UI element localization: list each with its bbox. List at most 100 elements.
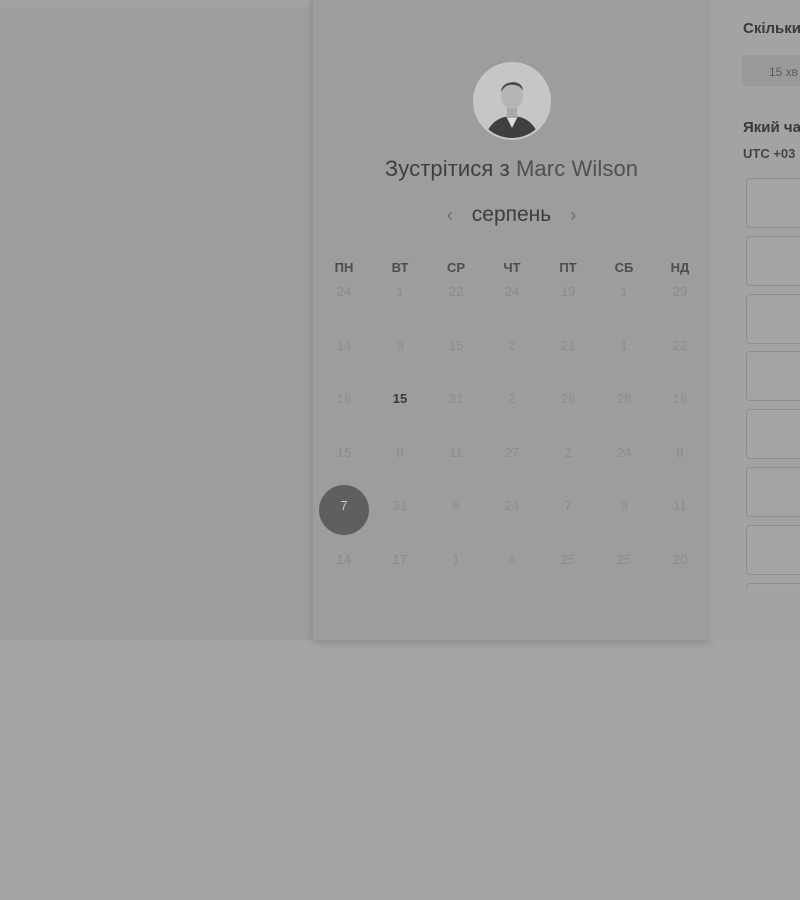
time-slot-button[interactable] bbox=[746, 351, 800, 402]
time-slot-button[interactable] bbox=[746, 409, 800, 460]
calendar-week-row: 14 17 1 6 25 25 20 bbox=[316, 551, 708, 605]
time-slot-button[interactable] bbox=[746, 293, 800, 344]
calendar-day: 11 bbox=[428, 444, 484, 462]
calendar-day: 1 bbox=[596, 337, 652, 355]
calendar-day: 9 bbox=[596, 497, 652, 515]
calendar-day-number: 15 bbox=[336, 444, 352, 460]
calendar-day-number: 7 bbox=[564, 498, 572, 514]
calendar-day: 9 bbox=[372, 444, 428, 462]
calendar-day-number: 7 bbox=[340, 498, 348, 514]
calendar-day: 21 bbox=[540, 337, 596, 355]
calendar-day-number: 21 bbox=[560, 337, 576, 353]
calendar-day-number: 20 bbox=[672, 551, 688, 567]
calendar-day-number: 6 bbox=[452, 498, 460, 514]
calendar-day: 1 bbox=[372, 283, 428, 301]
calendar-week-row: 7 31 6 24 7 9 11 bbox=[316, 485, 708, 551]
calendar-day-number: 1 bbox=[620, 337, 628, 353]
time-slot-button[interactable] bbox=[746, 235, 800, 286]
calendar-day: 19 bbox=[540, 283, 596, 301]
weekday-header: ЧТ bbox=[503, 260, 521, 275]
calendar-week-row: 14 9 15 2 21 1 22 bbox=[316, 337, 708, 391]
calendar-day-number: 14 bbox=[336, 551, 352, 567]
time-selection-panel: Скільки 15 хв Який ча UTC +03 bbox=[710, 0, 800, 640]
chevron-right-icon[interactable]: › bbox=[563, 205, 583, 226]
calendar-day: 11 bbox=[652, 497, 708, 515]
calendar-day: 6 bbox=[428, 497, 484, 515]
calendar-day-number: 11 bbox=[449, 444, 463, 460]
calendar-day-number: 16 bbox=[672, 391, 688, 407]
calendar-day-number: 19 bbox=[560, 284, 576, 299]
duration-label: Скільки bbox=[743, 20, 800, 37]
weekday-header: ПТ bbox=[559, 260, 577, 275]
calendar-day-number: 22 bbox=[672, 337, 688, 353]
calendar-day-number: 2 bbox=[508, 391, 516, 407]
calendar-day-number: 9 bbox=[620, 498, 628, 514]
calendar-day: 24 bbox=[316, 283, 372, 301]
calendar-day-number: 2 bbox=[564, 444, 572, 460]
calendar-day-number: 31 bbox=[448, 391, 464, 407]
time-slot-button[interactable] bbox=[746, 466, 800, 517]
calendar-day-selected[interactable]: 7 bbox=[316, 485, 372, 536]
duration-option-button[interactable]: 15 хв bbox=[742, 55, 800, 86]
month-label: серпень bbox=[471, 203, 552, 226]
calendar-day-number: 27 bbox=[504, 444, 520, 460]
calendar-day: 31 bbox=[372, 497, 428, 515]
calendar-panel: Зустрітися з Marc Wilson ‹ серпень › ПН В… bbox=[313, 0, 710, 640]
timezone-label: UTC +03 bbox=[743, 146, 796, 161]
calendar-day: 14 bbox=[316, 551, 372, 569]
calendar-day: 17 bbox=[372, 551, 428, 569]
weekday-header: ПН bbox=[334, 260, 354, 275]
host-name: Marc Wilson bbox=[516, 156, 639, 181]
time-slot-list bbox=[746, 178, 800, 590]
calendar-day: 22 bbox=[428, 283, 484, 301]
calendar-day-number: 16 bbox=[336, 391, 352, 407]
calendar-day: 6 bbox=[484, 551, 540, 569]
calendar-day: 9 bbox=[372, 337, 428, 355]
weekday-header: НД bbox=[670, 260, 690, 275]
calendar-day: 27 bbox=[484, 444, 540, 462]
calendar-day: 8 bbox=[652, 444, 708, 462]
calendar-day-number: 14 bbox=[336, 337, 352, 353]
calendar-day-number: 24 bbox=[504, 284, 520, 299]
calendar-day-number: 25 bbox=[560, 551, 576, 567]
calendar-day-number: 8 bbox=[676, 444, 684, 460]
calendar-day: 15 bbox=[316, 444, 372, 462]
time-label: Який ча bbox=[743, 119, 800, 136]
calendar-day: 20 bbox=[652, 551, 708, 569]
time-slot-button[interactable] bbox=[746, 524, 800, 575]
calendar-day: 16 bbox=[652, 390, 708, 408]
calendar-day: 25 bbox=[540, 551, 596, 569]
calendar-day-number: 9 bbox=[396, 444, 404, 460]
calendar-grid: 24 1 22 24 19 1 29 14 9 15 2 21 1 22 16 15 31 2 26 28 16 15 9 1… bbox=[316, 283, 708, 605]
page-title: Зустрітися з Marc Wilson bbox=[313, 156, 710, 182]
calendar-day: 24 bbox=[484, 497, 540, 515]
calendar-day: 24 bbox=[484, 283, 540, 301]
calendar-day-number: 15 bbox=[448, 337, 464, 353]
calendar-day: 7 bbox=[540, 497, 596, 515]
time-slot-button[interactable] bbox=[746, 178, 800, 228]
calendar-day: 1 bbox=[428, 551, 484, 569]
calendar-day-number: 1 bbox=[620, 284, 628, 299]
host-avatar bbox=[473, 62, 551, 140]
calendar-day: 22 bbox=[652, 337, 708, 355]
calendar-day-number: 22 bbox=[448, 284, 464, 299]
calendar-day-number: 11 bbox=[673, 498, 687, 514]
weekday-header: ВТ bbox=[391, 260, 409, 275]
calendar-day: 28 bbox=[596, 390, 652, 408]
calendar-day-number: 24 bbox=[616, 444, 632, 460]
calendar-day-number: 2 bbox=[508, 337, 516, 353]
time-slot-button[interactable] bbox=[746, 582, 800, 590]
calendar-day: 15 bbox=[428, 337, 484, 355]
calendar-day: 26 bbox=[540, 390, 596, 408]
weekday-header: СБ bbox=[614, 260, 634, 275]
calendar-day: 29 bbox=[652, 283, 708, 301]
calendar-week-row: 15 9 11 27 2 24 8 bbox=[316, 444, 708, 498]
calendar-day-number: 28 bbox=[616, 391, 632, 407]
month-navigation: ‹ серпень › bbox=[313, 200, 710, 230]
calendar-day: 1 bbox=[596, 283, 652, 301]
calendar-day[interactable]: 15 bbox=[372, 390, 428, 408]
calendar-day: 24 bbox=[596, 444, 652, 462]
calendar-day-number: 31 bbox=[392, 498, 408, 514]
calendar-day-number: 24 bbox=[336, 284, 352, 299]
chevron-left-icon[interactable]: ‹ bbox=[440, 205, 460, 226]
